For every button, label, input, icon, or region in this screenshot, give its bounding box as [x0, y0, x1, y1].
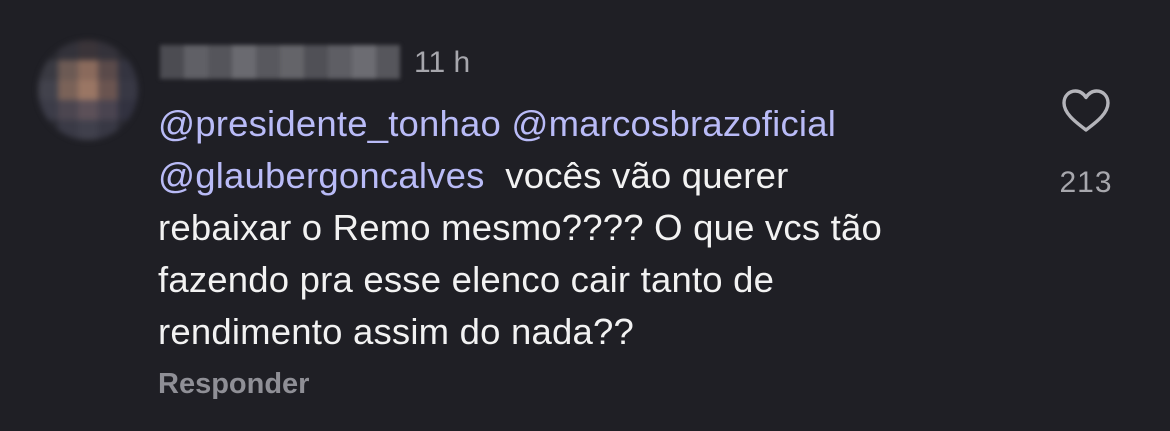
comment-line-3: rebaixar o Remo mesmo???? O que vcs tão: [158, 207, 882, 248]
comment-timestamp: 11 h: [414, 46, 471, 79]
mention-link[interactable]: @marcosbrazoficial: [511, 103, 836, 144]
like-count: 213: [1059, 166, 1113, 199]
comment-line-4: fazendo pra esse elenco cair tanto de: [158, 259, 775, 300]
comment-line-5: rendimento assim do nada??: [158, 311, 634, 352]
mention-link[interactable]: @glaubergoncalves: [158, 155, 485, 196]
comment-text-fragment: vocês vão querer: [505, 155, 789, 196]
username-blurred[interactable]: [160, 45, 400, 79]
comment: 11 h @presidente_tonhao @marcosbrazofici…: [0, 0, 1170, 431]
reply-button[interactable]: Responder: [158, 364, 309, 404]
heart-outline-icon[interactable]: [1061, 88, 1111, 134]
mention-link[interactable]: @presidente_tonhao: [158, 103, 501, 144]
comment-line-1: @presidente_tonhao @marcosbrazoficial: [158, 98, 1018, 150]
avatar[interactable]: [38, 40, 138, 140]
comment-text: @presidente_tonhao @marcosbrazoficial @g…: [158, 98, 1018, 358]
comment-line-2: @glaubergoncalves vocês vão querer: [158, 150, 1018, 202]
like-area: 213: [1046, 88, 1126, 202]
